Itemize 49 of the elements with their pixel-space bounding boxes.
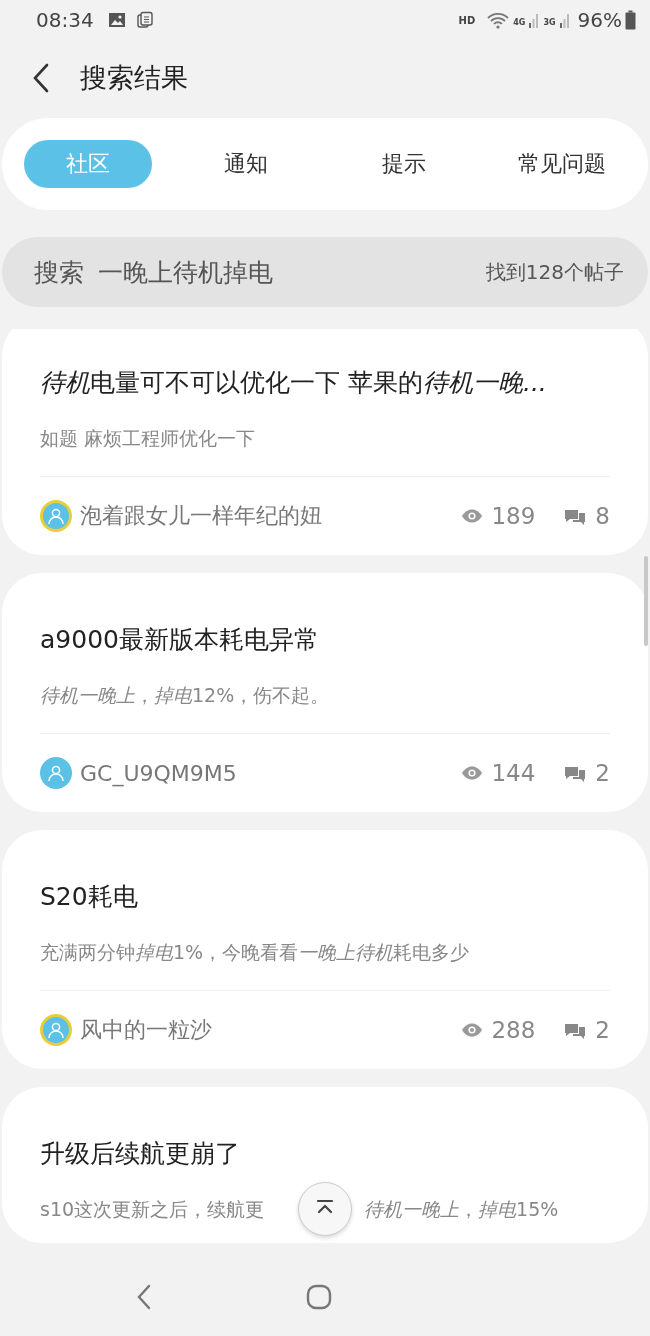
- wifi-icon: [486, 11, 511, 29]
- post-card[interactable]: a9000最新版本耗电异常 待机一晚上，掉电12%，伤不起。 GC_U9QM9M5 144 2: [2, 573, 648, 812]
- eye-icon: [461, 508, 484, 524]
- person-icon: [46, 506, 66, 526]
- battery-icon: [625, 10, 636, 30]
- post-title: 升级后续航更崩了: [40, 1138, 241, 1170]
- person-icon: [46, 1020, 66, 1040]
- author-name: 风中的一粒沙: [80, 1016, 213, 1044]
- post-snippet: 待机一晚上，掉电15%: [364, 1197, 559, 1222]
- image-icon: [107, 11, 126, 29]
- back-icon: [136, 1283, 153, 1311]
- comment-count: 2: [595, 1017, 610, 1043]
- network-type: 3G: [543, 18, 556, 27]
- post-title: 待机电量可不可以优化一下 苹果的待机一晚...: [40, 367, 548, 399]
- post-snippet: s10这次更新之后，续航更: [40, 1197, 265, 1222]
- view-count: 288: [491, 1017, 536, 1043]
- search-label: 搜索: [34, 256, 84, 289]
- home-button[interactable]: [305, 1283, 333, 1311]
- post-snippet: 待机一晚上，掉电12%，伤不起。: [40, 683, 330, 708]
- view-count: 189: [491, 503, 536, 529]
- post-snippet: 如题 麻烦工程师优化一下: [40, 426, 256, 451]
- home-icon: [305, 1283, 333, 1311]
- post-snippet: 充满两分钟掉电1%，今晚看看一晚上待机耗电多少: [40, 940, 470, 965]
- author-name: GC_U9QM9M5: [80, 760, 238, 786]
- post-title: a9000最新版本耗电异常: [40, 624, 320, 656]
- comment-count: 2: [595, 760, 610, 786]
- tab[interactable]: 提示: [340, 140, 468, 188]
- signal-icon: [528, 11, 541, 29]
- post-title: S20耗电: [40, 881, 139, 913]
- author-name: 泡着跟女儿一样年纪的妞: [80, 502, 323, 530]
- tab[interactable]: 常见问题: [498, 140, 626, 188]
- person-icon: [46, 763, 66, 783]
- eye-icon: [461, 1022, 484, 1038]
- clock-time: 08:34: [36, 8, 94, 32]
- signal-icon: [558, 11, 571, 29]
- result-count: 找到128个帖子: [485, 258, 624, 286]
- battery-percent: 96%: [577, 8, 622, 32]
- network-label: HD: [458, 14, 476, 26]
- tab[interactable]: 通知: [182, 140, 310, 188]
- search-query: 一晚上待机掉电: [98, 256, 273, 289]
- post-card[interactable]: S20耗电 充满两分钟掉电1%，今晚看看一晚上待机耗电多少 风中的一粒沙 288 2: [2, 830, 648, 1069]
- document-icon: [135, 11, 154, 29]
- network-type: 4G: [513, 18, 526, 27]
- post-card[interactable]: 待机电量可不可以优化一下 苹果的待机一晚... 如题 麻烦工程师优化一下 泡着跟女儿一样年纪的妞 189 8: [2, 329, 648, 555]
- eye-icon: [461, 765, 484, 781]
- view-count: 144: [491, 760, 536, 786]
- page-title: 搜索结果: [80, 61, 188, 95]
- post-card[interactable]: 升级后续航更崩了 s10这次更新之后，续航更 待机一晚上，掉电15%: [2, 1087, 648, 1243]
- comment-count: 8: [595, 503, 610, 529]
